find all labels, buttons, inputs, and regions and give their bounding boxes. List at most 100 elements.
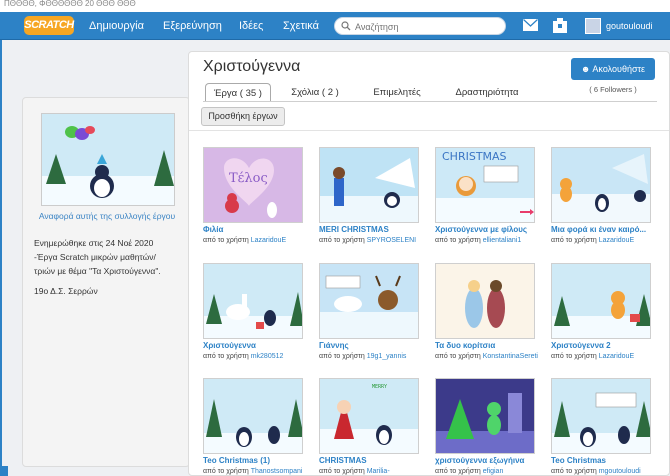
project-thumbnail[interactable] — [435, 378, 535, 454]
author-link[interactable]: LazaridouE — [599, 237, 634, 244]
description-line: τριών με θέμα "Τα Χριστούγεννα". — [34, 266, 161, 276]
author-link[interactable]: mgoutouloudi — [599, 468, 641, 475]
project-card[interactable]: Teo Christmas (1) από το χρήστη Thanostso… — [203, 378, 305, 476]
studio-thumbnail — [41, 113, 175, 206]
description-line: Ενημερώθηκε στις 24 Νοέ 2020 — [34, 238, 154, 248]
project-card[interactable]: CHRISTMAS Χριστούγεννα με φίλους από το χρ… — [435, 147, 537, 259]
project-title[interactable]: Γιάννης — [319, 341, 429, 350]
author-link[interactable]: 19g1_yannis — [367, 353, 407, 360]
project-card[interactable]: χριστούγεννα εξωγήινα από το χρήστη efigi… — [435, 378, 537, 476]
project-title[interactable]: Φιλία — [203, 225, 313, 234]
author-link[interactable]: mk280512 — [251, 353, 284, 360]
tab-curators[interactable]: Επιμελητές — [365, 83, 429, 102]
project-card[interactable]: Τέλος Φιλία από το χρήστη LazaridouE — [203, 147, 305, 259]
description-line: -Έργα Scratch μικρών μαθητών/ — [34, 252, 156, 262]
project-thumbnail[interactable] — [435, 263, 535, 339]
left-edge-marker — [0, 466, 8, 476]
author-prefix: από το χρήστη — [203, 353, 249, 360]
project-card[interactable]: Τα δυο κορίτσια από το χρήστη Konstantina… — [435, 263, 538, 375]
top-navbar: SCRATCH Δημιουργία Εξερεύνηση Ιδέες Σχετ… — [0, 12, 670, 40]
author-prefix: από το χρήστη — [551, 353, 597, 360]
left-edge-bar — [0, 40, 2, 476]
svg-text:MERRY: MERRY — [372, 384, 387, 390]
search-box[interactable] — [334, 17, 506, 35]
report-studio-link[interactable]: Αναφορά αυτής της συλλογής έργου — [23, 211, 191, 221]
author-link[interactable]: LazaridouE — [599, 353, 634, 360]
my-stuff-icon[interactable] — [553, 18, 567, 33]
author-prefix: από το χρήστη — [551, 468, 597, 475]
project-title[interactable]: Teo Christmas (1) — [203, 456, 313, 465]
tab-comments[interactable]: Σχόλια ( 2 ) — [285, 83, 345, 102]
project-thumbnail[interactable] — [551, 263, 651, 339]
project-title[interactable]: Μια φορά κι έναν καιρό... — [551, 225, 661, 234]
project-thumbnail[interactable] — [319, 263, 419, 339]
project-card[interactable]: MERRY CHRISTMAS από το χρήστη Marilia- — [319, 378, 421, 476]
project-card[interactable]: Teo Christmas από το χρήστη mgoutouloudi — [551, 378, 653, 476]
follow-label: Ακολουθήστε — [592, 64, 646, 74]
username[interactable]: goutouloudi — [606, 12, 653, 40]
project-author-line: από το χρήστη LazaridouE — [551, 352, 661, 361]
author-prefix: από το χρήστη — [319, 468, 365, 475]
svg-text:CHRISTMAS: CHRISTMAS — [442, 150, 507, 163]
author-link[interactable]: KonstantinaSereti — [483, 353, 538, 360]
project-author-line: από το χρήστη ellientaliani1 — [435, 236, 545, 245]
author-link[interactable]: SPYROSELENI — [367, 237, 416, 244]
scratch-logo[interactable]: SCRATCH — [24, 16, 74, 35]
project-card[interactable]: Χριστούγεννα από το χρήστη mk280512 — [203, 263, 305, 375]
project-author-line: από το χρήστη mk280512 — [203, 352, 313, 361]
author-link[interactable]: Marilia- — [367, 468, 390, 475]
svg-text:Τέλος: Τέλος — [229, 171, 268, 186]
project-author-line: από το χρήστη mgoutouloudi — [551, 467, 661, 476]
project-card[interactable]: Γιάννης από το χρήστη 19g1_yannis — [319, 263, 421, 375]
author-link[interactable]: efigian — [483, 468, 504, 475]
tab-activity[interactable]: Δραστηριότητα — [445, 83, 529, 102]
school-name: 19ο Δ.Σ. Σερρών — [34, 286, 98, 296]
project-thumbnail[interactable]: CHRISTMAS — [435, 147, 535, 223]
author-link[interactable]: Thanostsompani — [251, 468, 303, 475]
followers-count: ( 6 Followers ) — [589, 85, 637, 94]
project-title[interactable]: χριστούγεννα εξωγήινα — [435, 456, 545, 465]
nav-create[interactable]: Δημιουργία — [89, 12, 144, 40]
project-thumbnail[interactable] — [203, 378, 303, 454]
project-card[interactable]: Χριστούγεννα 2 από το χρήστη LazaridouE — [551, 263, 653, 375]
nav-about[interactable]: Σχετικά — [283, 12, 319, 40]
project-title[interactable]: MERI CHRISTMAS — [319, 225, 429, 234]
tab-divider — [203, 101, 657, 102]
nav-ideas[interactable]: Ιδέες — [239, 12, 263, 40]
project-thumbnail[interactable] — [203, 263, 303, 339]
project-title[interactable]: Teo Christmas — [551, 456, 661, 465]
project-thumbnail[interactable] — [319, 147, 419, 223]
project-author-line: από το χρήστη LazaridouE — [551, 236, 661, 245]
author-prefix: από το χρήστη — [319, 353, 365, 360]
project-thumbnail[interactable]: Τέλος — [203, 147, 303, 223]
project-card[interactable]: Μια φορά κι έναν καιρό... από το χρήστη L… — [551, 147, 653, 259]
messages-icon[interactable] — [523, 19, 538, 31]
author-prefix: από το χρήστη — [435, 468, 481, 475]
author-link[interactable]: LazaridouE — [251, 237, 286, 244]
author-prefix: από το χρήστη — [551, 237, 597, 244]
avatar[interactable] — [585, 18, 601, 34]
author-prefix: από το χρήστη — [319, 237, 365, 244]
project-title[interactable]: Τα δυο κορίτσια — [435, 341, 545, 350]
project-author-line: από το χρήστη SPYROSELENI — [319, 236, 429, 245]
add-projects-button[interactable]: Προσθήκη έργων — [201, 107, 285, 126]
tab-projects[interactable]: Έργα ( 35 ) — [205, 83, 271, 102]
project-thumbnail[interactable]: MERRY — [319, 378, 419, 454]
studio-sidebar: Αναφορά αυτής της συλλογής έργου Ενημερώ… — [22, 97, 190, 467]
search-icon — [341, 21, 351, 31]
author-link[interactable]: ellientaliani1 — [483, 237, 522, 244]
project-title[interactable]: Χριστούγεννα 2 — [551, 341, 661, 350]
project-title[interactable]: Χριστούγεννα με φίλους — [435, 225, 545, 234]
search-input[interactable] — [355, 20, 495, 33]
author-prefix: από το χρήστη — [435, 353, 481, 360]
follow-button[interactable]: ☻ Ακολουθήστε — [571, 58, 655, 80]
nav-explore[interactable]: Εξερεύνηση — [163, 12, 222, 40]
project-thumbnail[interactable] — [551, 147, 651, 223]
author-prefix: από το χρήστη — [435, 237, 481, 244]
project-thumbnail[interactable] — [551, 378, 651, 454]
project-card[interactable]: MERI CHRISTMAS από το χρήστη SPYROSELENI — [319, 147, 421, 259]
project-author-line: από το χρήστη efigian — [435, 467, 545, 476]
project-author-line: από το χρήστη LazaridouE — [203, 236, 313, 245]
project-title[interactable]: CHRISTMAS — [319, 456, 429, 465]
project-title[interactable]: Χριστούγεννα — [203, 341, 313, 350]
